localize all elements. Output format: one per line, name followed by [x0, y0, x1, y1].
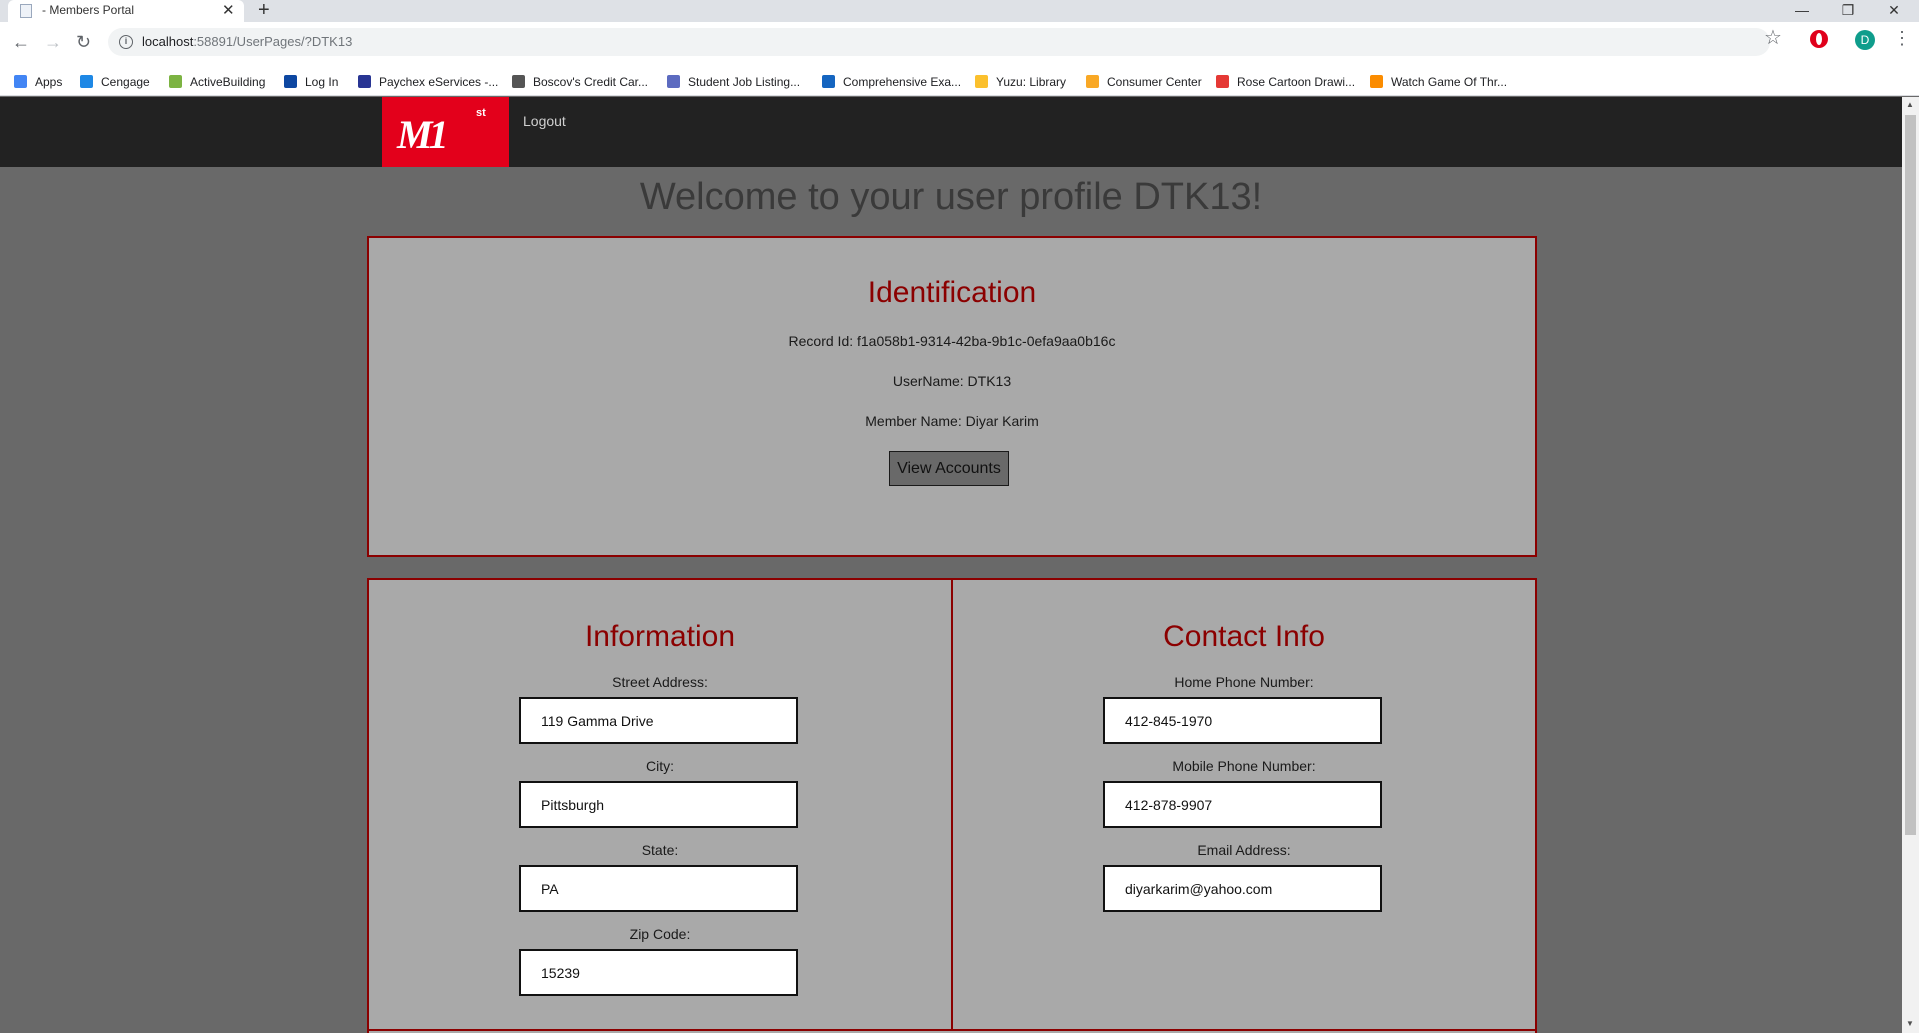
consumer-center-icon [1086, 75, 1099, 88]
bookmark-label: Student Job Listing... [688, 75, 801, 89]
bookmark-label: Log In [305, 75, 339, 89]
restore-icon[interactable]: ❐ [1825, 0, 1871, 22]
bookmark-label: Watch Game Of Thr... [1391, 75, 1508, 89]
bookmark-yuzu[interactable]: Yuzu: Library [975, 75, 1066, 89]
contact-info-panel: Contact Info Home Phone Number: Mobile P… [951, 578, 1537, 1031]
bookmark-activebuilding[interactable]: ActiveBuilding [169, 75, 265, 89]
watch-tv-icon [1370, 75, 1383, 88]
bookmark-cengage[interactable]: Cengage [80, 75, 150, 89]
browser-toolbar: ← → ↻ i localhost:58891/UserPages/?DTK13… [0, 22, 1919, 68]
comprehensive-exam-icon [822, 75, 835, 88]
profile-avatar[interactable]: D [1855, 30, 1875, 50]
state-label: State: [641, 842, 679, 858]
url-host: localhost [142, 34, 194, 49]
apps-grid-icon [14, 75, 27, 88]
paychex-icon [358, 75, 371, 88]
site-info-icon[interactable]: i [119, 35, 133, 49]
home-phone-label: Home Phone Number: [1174, 674, 1314, 690]
credit-card-icon [512, 75, 525, 88]
identification-title: Identification [867, 276, 1037, 309]
back-icon[interactable]: ← [12, 32, 30, 53]
site-navbar: M1 st Logout [0, 97, 1902, 167]
member-name-text: Member Name: Diyar Karim [865, 413, 1039, 429]
information-panel: Information Street Address: City: State:… [367, 578, 953, 1031]
bookmark-label: Rose Cartoon Drawi... [1237, 75, 1356, 89]
bookmark-student-jobs[interactable]: Student Job Listing... [667, 75, 800, 89]
bookmarks-bar: Apps Cengage ActiveBuilding Log In Paych… [0, 68, 1919, 96]
bookmark-rose-cartoon[interactable]: Rose Cartoon Drawi... [1216, 75, 1355, 89]
m1st-logo[interactable]: M1 st [382, 97, 509, 167]
contact-info-title: Contact Info [1163, 620, 1325, 653]
bookmark-boscovs[interactable]: Boscov's Credit Car... [512, 75, 648, 89]
opera-extension-icon[interactable] [1810, 30, 1828, 48]
bookmark-log-in[interactable]: Log In [284, 75, 338, 89]
new-tab-icon[interactable]: + [258, 0, 270, 22]
page-scrollbar[interactable]: ▲ ▼ [1902, 97, 1919, 1033]
bookmark-paychex[interactable]: Paychex eServices -... [358, 75, 498, 89]
forward-icon[interactable]: → [44, 32, 62, 53]
bookmark-consumer-center[interactable]: Consumer Center [1086, 75, 1202, 89]
close-window-icon[interactable]: ✕ [1871, 0, 1917, 22]
tab-strip: - Members Portal ✕ + — ❐ ✕ [0, 0, 1919, 22]
scroll-down-icon[interactable]: ▼ [1906, 1019, 1914, 1028]
bookmark-game-of-thrones[interactable]: Watch Game Of Thr... [1370, 75, 1507, 89]
bookmark-star-icon[interactable]: ☆ [1764, 25, 1782, 50]
zip-code-field[interactable] [519, 949, 798, 996]
logout-link[interactable]: Logout [523, 113, 566, 129]
minimize-icon[interactable]: — [1779, 0, 1825, 22]
bookmark-label: Boscov's Credit Car... [533, 75, 648, 89]
tab-title: - Members Portal [42, 3, 135, 17]
logo-superscript: st [476, 107, 486, 119]
username-text: UserName: DTK13 [892, 373, 1012, 389]
city-field[interactable] [519, 781, 798, 828]
address-bar[interactable]: i localhost:58891/UserPages/?DTK13 [108, 28, 1770, 56]
bookmark-comprehensive[interactable]: Comprehensive Exa... [822, 75, 961, 89]
bookmark-label: ActiveBuilding [190, 75, 266, 89]
view-accounts-button[interactable]: View Accounts [889, 451, 1009, 486]
browser-tab[interactable]: - Members Portal ✕ [8, 0, 244, 22]
bookmark-label: Apps [35, 75, 63, 89]
yuzu-icon [975, 75, 988, 88]
cengage-icon [80, 75, 93, 88]
email-address-label: Email Address: [1197, 842, 1291, 858]
bookmark-label: Paychex eServices -... [379, 75, 499, 89]
city-label: City: [646, 758, 674, 774]
page-content: M1 st Logout Welcome to your user profil… [0, 97, 1902, 1033]
mobile-phone-label: Mobile Phone Number: [1172, 758, 1316, 774]
identification-panel: Identification Record Id: f1a058b1-9314-… [367, 236, 1537, 557]
home-phone-field[interactable] [1103, 697, 1382, 744]
url-path: :58891/UserPages/?DTK13 [193, 34, 353, 49]
bookmark-apps[interactable]: Apps [14, 75, 62, 89]
page-title: Welcome to your user profile DTK13! [639, 176, 1263, 218]
close-tab-icon[interactable]: ✕ [222, 1, 235, 19]
street-address-field[interactable] [519, 697, 798, 744]
next-panel [367, 1029, 1537, 1033]
bookmark-label: Cengage [101, 75, 150, 89]
mobile-phone-field[interactable] [1103, 781, 1382, 828]
reload-icon[interactable]: ↻ [76, 32, 91, 53]
browser-menu-icon[interactable]: ⋮ [1893, 28, 1911, 49]
bookmark-label: Consumer Center [1107, 75, 1202, 89]
url-text: localhost:58891/UserPages/?DTK13 [142, 34, 352, 49]
scroll-thumb[interactable] [1905, 115, 1916, 835]
rose-cartoon-icon [1216, 75, 1229, 88]
information-title: Information [584, 620, 736, 653]
activebuilding-icon [169, 75, 182, 88]
login-icon [284, 75, 297, 88]
record-id-text: Record Id: f1a058b1-9314-42ba-9b1c-0efa9… [788, 333, 1116, 349]
page-favicon-icon [20, 4, 32, 18]
state-field[interactable] [519, 865, 798, 912]
bookmark-label: Yuzu: Library [996, 75, 1067, 89]
zip-code-label: Zip Code: [629, 926, 691, 942]
logo-text: M1 [397, 112, 449, 157]
email-address-field[interactable] [1103, 865, 1382, 912]
street-address-label: Street Address: [612, 674, 708, 690]
bookmark-label: Comprehensive Exa... [843, 75, 962, 89]
scroll-up-icon[interactable]: ▲ [1906, 100, 1914, 109]
student-jobs-icon [667, 75, 680, 88]
